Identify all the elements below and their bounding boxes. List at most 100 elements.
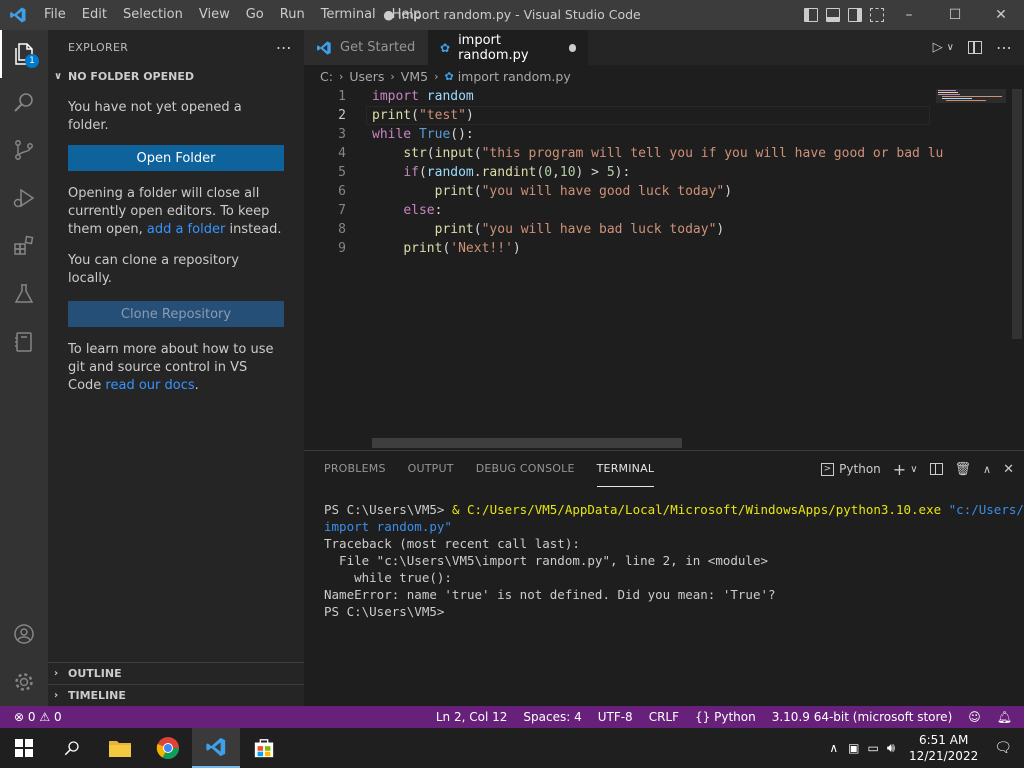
chevron-down-icon[interactable]: ∨ [910,464,917,475]
new-terminal-plus-icon[interactable]: + [893,460,906,479]
volume-icon[interactable]: 🔊︎ [883,741,899,756]
terminal-arg: import random.py" [324,519,452,534]
add-folder-link[interactable]: add a folder [147,222,225,237]
editor-tabs: Get Started ✿ import random.py ▷ ∨ ⋯ [304,30,1024,65]
menu-go[interactable]: Go [238,0,272,30]
extensions-icon[interactable] [0,222,48,270]
breadcrumb-item[interactable]: C: [320,69,333,84]
remote-explorer-icon[interactable] [0,318,48,366]
python-interpreter[interactable]: 3.10.9 64-bit (microsoft store) [764,706,961,728]
notifications-bell-icon[interactable]: 🔔︎ [989,706,1024,728]
terminal-shell-selector[interactable]: > Python [820,462,881,476]
trash-icon[interactable]: 🗑︎ [955,462,972,477]
code-line[interactable]: if(random.randint(0,10) > 5): [372,163,630,182]
minimize-icon[interactable]: – [886,0,932,30]
code-line[interactable]: print('Next!!') [372,239,520,258]
cursor-position[interactable]: Ln 2, Col 12 [428,706,516,728]
read-docs-link[interactable]: read our docs [105,378,194,393]
windows-start-icon[interactable] [0,728,48,768]
explorer-icon[interactable]: 1 [0,30,48,78]
microsoft-store-icon[interactable] [240,728,288,768]
terminal-line: PS C:\Users\VM5> & C:/Users/VM5/AppData/… [324,501,1024,518]
menu-terminal[interactable]: Terminal [313,0,384,30]
file-explorer-icon[interactable] [96,728,144,768]
tray-chevron-up-icon[interactable]: ∧ [823,741,844,755]
source-control-icon[interactable] [0,126,48,174]
scrollbar-thumb[interactable] [1012,89,1022,339]
open-folder-button[interactable]: Open Folder [68,145,284,171]
no-folder-section-header[interactable]: ∨ NO FOLDER OPENED [48,65,304,87]
horizontal-scrollbar[interactable] [372,438,682,448]
tab-debug-console[interactable]: DEBUG CONSOLE [476,451,575,487]
toggle-secondary-sidebar-icon[interactable] [848,8,862,22]
vscode-taskbar-icon[interactable] [192,728,240,768]
timeline-section-header[interactable]: › TIMELINE [48,684,304,706]
encoding[interactable]: UTF-8 [590,706,641,728]
vertical-scrollbar[interactable] [1010,87,1024,450]
terminal-output[interactable]: PS C:\Users\VM5> & C:/Users/VM5/AppData/… [324,501,1024,620]
more-actions-icon[interactable]: ⋯ [276,38,292,57]
run-dropdown-chevron-icon[interactable]: ∨ [947,42,954,53]
toggle-primary-sidebar-icon[interactable] [804,8,818,22]
menu-run[interactable]: Run [272,0,313,30]
code-editor[interactable]: 1 2 3 4 5 6 7 8 9 import random print("t… [304,87,1024,450]
split-editor-icon[interactable] [968,41,982,54]
chrome-icon[interactable] [144,728,192,768]
tab-output[interactable]: OUTPUT [408,451,454,487]
taskbar-search-icon[interactable] [48,728,96,768]
menu-file[interactable]: File [36,0,74,30]
menu-help[interactable]: Help [384,0,430,30]
close-panel-icon[interactable]: ✕ [1003,462,1014,477]
code-line[interactable]: print("you will have good luck today") [372,182,732,201]
language-label: Python [714,710,756,724]
unsaved-dot-icon[interactable] [569,43,576,52]
minimap[interactable] [930,87,1010,450]
tab-problems[interactable]: PROBLEMS [324,451,386,487]
indentation[interactable]: Spaces: 4 [515,706,589,728]
taskbar-clock[interactable]: 6:51 AM 12/21/2022 [899,732,988,764]
run-debug-icon[interactable] [0,174,48,222]
menu-edit[interactable]: Edit [74,0,115,30]
run-python-icon[interactable]: ▷ [933,40,943,55]
language-mode[interactable]: {} Python [687,706,764,728]
breadcrumb-item[interactable]: import random.py [458,69,571,84]
display-icon[interactable]: ▭ [864,741,883,755]
code-line[interactable]: print("you will have bad luck today") [372,220,725,239]
toggle-panel-icon[interactable] [826,8,840,22]
tab-import-random-py[interactable]: ✿ import random.py [428,30,588,65]
more-actions-icon[interactable]: ⋯ [996,38,1012,57]
problems-status[interactable]: ⊗ 0 ⚠︎ 0 [0,706,70,728]
code-line[interactable]: while True(): [372,125,474,144]
outline-section-header[interactable]: › OUTLINE [48,662,304,684]
activity-bar: 1 [0,30,48,706]
status-bar: ⊗ 0 ⚠︎ 0 Ln 2, Col 12 Spaces: 4 UTF-8 CR… [0,706,1024,728]
code-line[interactable]: import random [372,87,474,106]
notification-center-icon[interactable]: 🗨︎ [988,740,1024,756]
clone-repository-button[interactable]: Clone Repository [68,301,284,327]
tab-get-started[interactable]: Get Started [304,30,428,65]
maximize-icon[interactable]: ☐ [932,0,978,30]
terminal-line: PS C:\Users\VM5> [324,604,445,619]
split-terminal-icon[interactable] [929,463,943,475]
breadcrumb-item[interactable]: Users [349,69,384,84]
feedback-icon[interactable]: ☺ [960,706,989,728]
code-line[interactable]: print("test") [372,106,474,125]
testing-icon[interactable] [0,270,48,318]
breadcrumb-item[interactable]: VM5 [401,69,428,84]
end-of-line[interactable]: CRLF [641,706,687,728]
tab-terminal[interactable]: TERMINAL [596,451,655,487]
code-line[interactable]: else: [372,201,442,220]
menu-selection[interactable]: Selection [115,0,191,30]
code-line[interactable]: str(input("this program will tell you if… [372,144,943,163]
accounts-icon[interactable] [0,610,48,658]
line-number: 7 [338,203,346,218]
manage-gear-icon[interactable] [0,658,48,706]
title-bar: File Edit Selection View Go Run Terminal… [0,0,1024,30]
network-icon[interactable]: ▣ [844,741,863,755]
customize-layout-icon[interactable] [870,8,884,22]
chevron-right-icon: › [338,69,344,83]
close-icon[interactable]: ✕ [978,0,1024,30]
maximize-panel-chevron-up-icon[interactable]: ∧ [983,463,991,476]
search-icon[interactable] [0,78,48,126]
menu-view[interactable]: View [191,0,238,30]
